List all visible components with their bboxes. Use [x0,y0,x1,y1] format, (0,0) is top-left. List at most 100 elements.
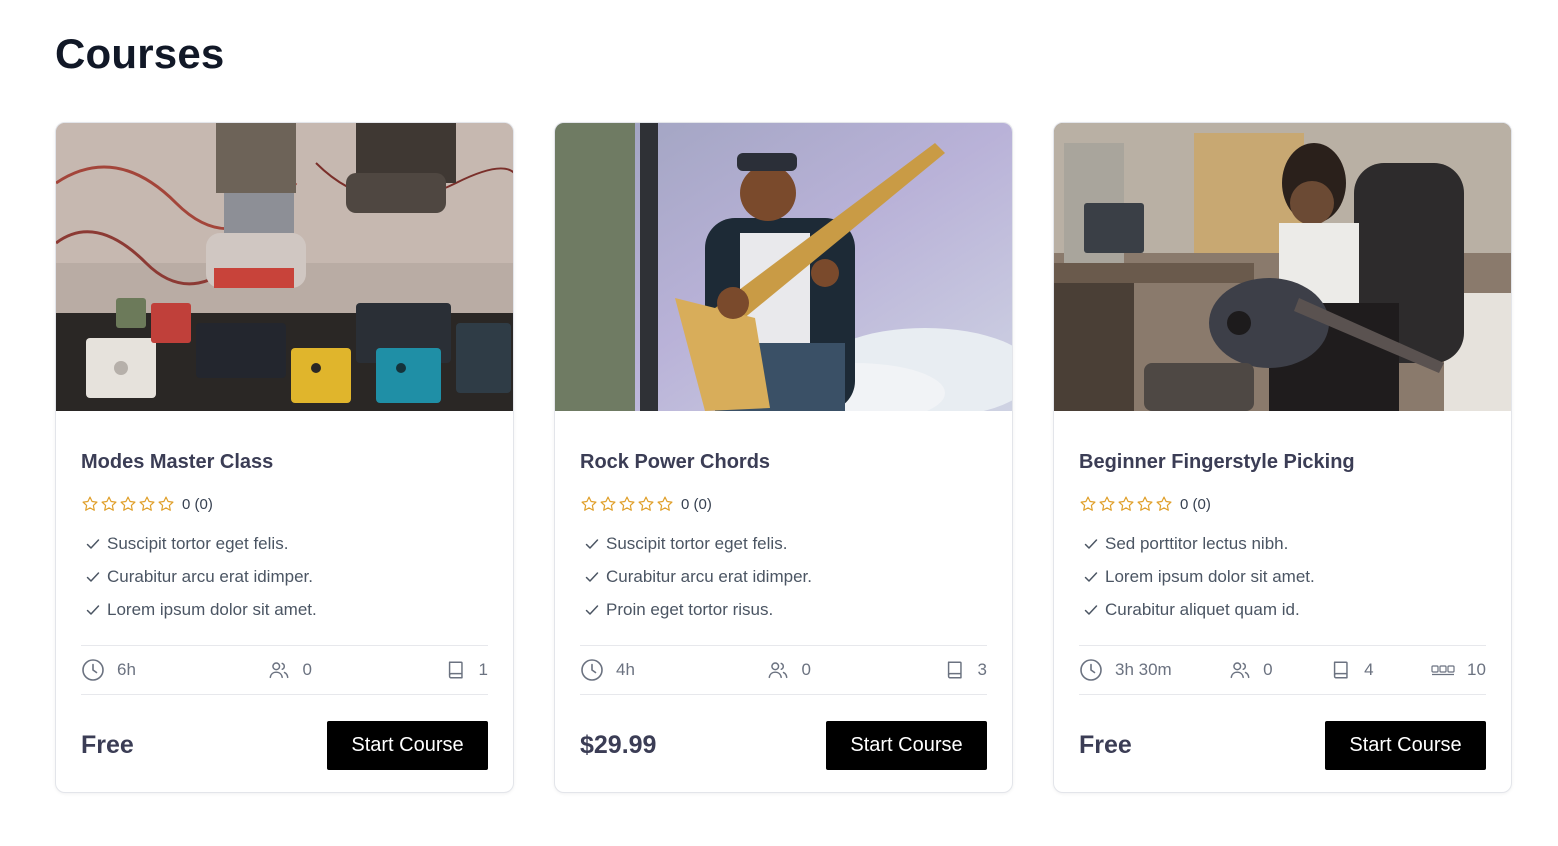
check-icon [585,571,599,582]
feature-text: Suscipit tortor eget felis. [107,533,289,553]
check-icon [1084,571,1098,582]
star-outline-icon [581,496,597,511]
courses-page: Courses Modes Master Class 0 (0) Suscipi… [0,0,1558,846]
feature-item: Lorem ipsum dolor sit amet. [1079,560,1486,593]
duration-value: 4h [616,660,635,679]
course-price: Free [81,730,134,759]
feature-list: Sed porttitor lectus nibh. Lorem ipsum d… [1079,527,1486,626]
rating-stars [1079,495,1173,513]
duration-meta: 3h 30m [1079,658,1172,682]
star-outline-icon [1118,496,1134,511]
course-card: Rock Power Chords 0 (0) Suscipit tortor [554,122,1013,793]
feature-text: Lorem ipsum dolor sit amet. [107,599,317,619]
feature-text: Suscipit tortor eget felis. [606,533,788,553]
feature-text: Curabitur aliquet quam id. [1105,599,1300,619]
star-outline-icon [1137,496,1153,511]
book-icon [1333,661,1348,679]
check-icon [86,604,100,615]
feature-text: Lorem ipsum dolor sit amet. [1105,566,1315,586]
star-outline-icon [1080,496,1096,511]
duration-value: 6h [117,660,136,679]
check-icon [86,538,100,549]
clock-icon [581,659,603,681]
course-title[interactable]: Modes Master Class [81,451,488,477]
course-grid: Modes Master Class 0 (0) Suscipit tortor [55,122,1512,793]
course-card: Beginner Fingerstyle Picking 0 (0) Sed p [1053,122,1512,793]
feature-item: Proin eget tortor risus. [580,593,987,626]
star-outline-icon [158,496,174,511]
course-card-body: Rock Power Chords 0 (0) Suscipit tortor [580,411,987,770]
feature-item: Lorem ipsum dolor sit amet. [81,593,488,626]
course-price: $29.99 [580,730,657,759]
seats-meta: 10 [1431,660,1486,680]
lessons-value: 4 [1364,660,1374,679]
rating-stars [81,495,175,513]
feature-item: Suscipit tortor eget felis. [81,527,488,560]
users-icon [270,662,289,679]
students-meta: 0 [268,659,312,681]
students-meta: 0 [767,659,811,681]
star-outline-icon [120,496,136,511]
course-title[interactable]: Beginner Fingerstyle Picking [1079,451,1486,477]
rating-count: 0 (0) [182,495,213,513]
users-icon [1230,662,1250,679]
check-icon [1084,538,1098,549]
course-footer: Free Start Course [81,720,488,770]
star-outline-icon [101,496,117,511]
students-value: 0 [302,660,312,679]
rock-guitarist-image [555,123,1012,411]
course-rating: 0 (0) [580,494,987,514]
star-outline-icon [657,496,673,511]
lessons-meta: 1 [445,659,488,681]
course-card-body: Beginner Fingerstyle Picking 0 (0) Sed p [1079,411,1486,770]
start-course-button[interactable]: Start Course [1325,720,1486,770]
duration-meta: 6h [81,658,136,682]
star-outline-icon [1099,496,1115,511]
check-icon [585,604,599,615]
course-card: Modes Master Class 0 (0) Suscipit tortor [55,122,514,793]
feature-item: Curabitur aliquet quam id. [1079,593,1486,626]
course-footer: $29.99 Start Course [580,720,987,770]
check-icon [1084,604,1098,615]
feature-text: Curabitur arcu erat idimper. [107,566,313,586]
start-course-button[interactable]: Start Course [826,720,987,770]
book-icon [448,661,463,679]
star-outline-icon [619,496,635,511]
feature-text: Proin eget tortor risus. [606,599,774,619]
course-meta: 4h 0 3 [580,645,987,695]
feature-item: Suscipit tortor eget felis. [580,527,987,560]
course-thumbnail[interactable] [56,123,513,411]
lessons-meta: 4 [1330,659,1374,681]
course-thumbnail[interactable] [1054,123,1511,411]
page-title: Courses [55,30,225,77]
star-outline-icon [82,496,98,511]
course-rating: 0 (0) [1079,494,1486,514]
course-footer: Free Start Course [1079,720,1486,770]
course-rating: 0 (0) [81,494,488,514]
guitar-pedalboard-image [56,123,513,411]
course-title[interactable]: Rock Power Chords [580,451,987,477]
students-value: 0 [801,660,811,679]
feature-text: Sed porttitor lectus nibh. [1105,533,1289,553]
star-outline-icon [139,496,155,511]
star-outline-icon [600,496,616,511]
book-icon [947,661,962,679]
start-course-button[interactable]: Start Course [327,720,488,770]
course-thumbnail[interactable] [555,123,1012,411]
users-icon [769,662,788,679]
duration-meta: 4h [580,658,635,682]
star-outline-icon [638,496,654,511]
clock-icon [82,659,104,681]
feature-item: Curabitur arcu erat idimper. [580,560,987,593]
acoustic-guitarist-image [1054,123,1511,411]
course-price: Free [1079,730,1132,759]
lessons-value: 1 [478,660,488,679]
seats-value: 10 [1467,660,1486,679]
duration-value: 3h 30m [1115,660,1172,679]
rating-count: 0 (0) [1180,495,1211,513]
star-outline-icon [1156,496,1172,511]
seats-icon [1431,665,1455,676]
lessons-value: 3 [977,660,987,679]
course-meta: 6h 0 1 [81,645,488,695]
students-value: 0 [1263,660,1273,679]
